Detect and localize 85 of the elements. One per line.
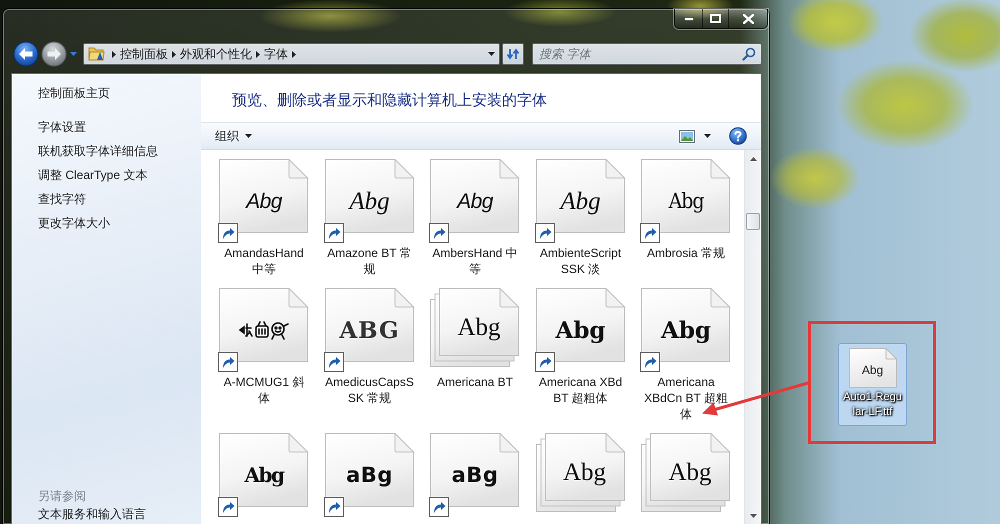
caret-down-icon: [70, 52, 77, 56]
file-name: Auto1-Regular-LF.ttf: [842, 390, 902, 420]
organize-button[interactable]: 组织: [213, 125, 254, 147]
sidebar-link[interactable]: 控制面板主页: [38, 81, 110, 105]
doodle-sample-drawing: [238, 318, 290, 342]
help-icon: [729, 127, 747, 145]
font-sample: Abg: [668, 460, 712, 484]
caret-right-icon: [256, 50, 260, 58]
page-heading: 预览、删除或者显示和隐藏计算机上安装的字体: [231, 91, 548, 111]
font-file-icon[interactable]: [219, 433, 309, 508]
sidebar-link[interactable]: 查找字符: [38, 187, 86, 211]
image-icon: [679, 130, 695, 142]
caret-right-icon: [292, 50, 296, 58]
caret-down-icon: [750, 514, 756, 518]
breadcrumb-item[interactable]: 控制面板: [116, 44, 172, 64]
font-sample: Abg: [246, 190, 282, 212]
font-file-icon[interactable]: [641, 288, 731, 363]
font-sample: Abg: [862, 364, 884, 376]
font-file-icon[interactable]: [219, 288, 309, 363]
font-sample: Abg: [457, 190, 493, 212]
font-name[interactable]: AmbersHand 中等: [429, 245, 521, 277]
desktop-file[interactable]: Abg Auto1-Regular-LF.ttf: [838, 343, 907, 426]
font-sample: ABG: [339, 318, 400, 342]
font-sample: aBg: [452, 464, 498, 486]
font-sample: Abg: [457, 314, 501, 340]
forward-button[interactable]: [41, 41, 67, 67]
folder-icon: [88, 46, 106, 62]
font-name[interactable]: Americana XBdCn BT 超粗体: [640, 374, 732, 422]
caret-right-icon: [172, 50, 176, 58]
font-file-icon[interactable]: [324, 288, 414, 363]
minimize-icon: [684, 16, 694, 20]
help-button[interactable]: [727, 125, 749, 147]
scrollbar-thumb[interactable]: [746, 213, 760, 230]
close-button[interactable]: [728, 9, 767, 28]
font-file-icon[interactable]: [536, 288, 626, 363]
font-sample: Abg: [562, 460, 606, 484]
address-bar[interactable]: 控制面板 外观和个性化 字体: [82, 43, 500, 65]
font-name[interactable]: A-MCMUG1 斜体: [218, 374, 310, 406]
close-icon: [742, 14, 754, 24]
font-name[interactable]: AmedicusCapsSSK 常规: [324, 374, 416, 406]
font-file-icon[interactable]: [430, 288, 520, 368]
font-name[interactable]: AmandasHand 中等: [218, 245, 310, 277]
sidebar-link[interactable]: 调整 ClearType 文本: [38, 163, 148, 187]
font-file-icon[interactable]: [324, 159, 414, 234]
font-file-icon[interactable]: [641, 159, 731, 234]
font-file-icon[interactable]: [324, 433, 414, 508]
caret-down-icon: [488, 52, 496, 56]
sidebar-link[interactable]: 文本服务和输入语言: [38, 505, 146, 523]
maximize-icon: [710, 14, 721, 23]
sidebar-link[interactable]: 更改字体大小: [38, 211, 110, 235]
font-name[interactable]: Amazone BT 常规: [324, 245, 416, 277]
font-name[interactable]: Americana XBd BT 超粗体: [534, 374, 626, 406]
sidebar-link[interactable]: 字体设置: [38, 115, 86, 139]
font-sample: Abg: [244, 465, 284, 485]
font-file-icon[interactable]: [219, 159, 309, 234]
caret-right-icon: [112, 50, 116, 58]
font-sample: Abg: [349, 188, 390, 214]
breadcrumb-item[interactable]: 字体: [260, 44, 292, 64]
caret-up-icon: [750, 156, 756, 160]
font-file-icon[interactable]: [430, 159, 520, 234]
breadcrumb-item[interactable]: 外观和个性化: [176, 44, 256, 64]
font-file-icon[interactable]: [536, 159, 626, 234]
font-sample: Abg: [555, 318, 606, 342]
minimize-button[interactable]: [675, 9, 702, 28]
search-icon[interactable]: [742, 47, 756, 61]
font-file-icon: [848, 348, 896, 388]
sidebar-link[interactable]: 联机获取字体详细信息: [38, 139, 158, 163]
refresh-icon: [506, 48, 520, 60]
caret-down-icon: [704, 134, 711, 138]
caret-down-icon: [245, 134, 252, 138]
back-button[interactable]: [13, 41, 39, 67]
see-also-heading: 另请参阅: [38, 488, 86, 505]
font-name[interactable]: Ambrosia 常规: [640, 245, 732, 261]
font-name[interactable]: AmbienteScript SSK 淡: [534, 245, 626, 277]
font-sample: Abg: [560, 188, 601, 214]
font-sample: aBg: [346, 464, 393, 486]
font-name[interactable]: Americana BT: [429, 374, 521, 390]
font-sample: Abg: [660, 318, 711, 342]
refresh-button[interactable]: [502, 43, 524, 65]
font-file-icon[interactable]: [430, 433, 520, 508]
font-file-icon[interactable]: [536, 433, 626, 513]
search-field[interactable]: 搜索 字体: [532, 43, 762, 65]
maximize-button[interactable]: [702, 9, 728, 28]
font-file-icon[interactable]: [641, 433, 731, 513]
font-sample: Abg: [668, 190, 704, 212]
